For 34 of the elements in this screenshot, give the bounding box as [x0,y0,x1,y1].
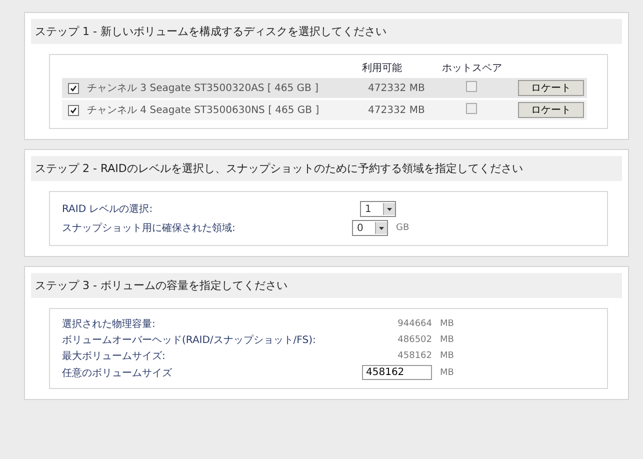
field-label: 任意のボリュームサイズ [62,366,173,380]
hot-spare-checkbox[interactable] [466,81,477,92]
step-title: ステップ 3 - ボリュームの容量を指定してください [31,273,622,298]
field-label: 最大ボリュームサイズ: [62,350,166,363]
field-label: 選択された物理容量: [62,318,156,331]
unit-label: MB [440,368,455,378]
capacity-value: 458162 [396,351,432,361]
step-title: ステップ 1 - 新しいボリュームを構成するディスクを選択してください [31,19,622,44]
unit-label: MB [440,351,455,361]
disk-label: チャンネル 4 Seagate ST3500630NS [ 465 GB ] [87,104,320,117]
field-label: スナップショット用に確保された領域: [62,222,236,235]
locate-button[interactable]: ロケート [518,80,584,96]
field-label: RAID レベルの選択: [62,203,154,216]
checkbox[interactable] [68,104,79,116]
capacity-value: 486502 [396,335,432,345]
capacity-value: 944664 [396,319,432,329]
available-size: 472332 MB [368,82,426,94]
volume-size-field[interactable]: 458162 [362,365,432,380]
locate-button[interactable]: ロケート [518,102,584,118]
dropdown[interactable]: 0 [352,220,388,236]
unit-label: GB [396,223,410,233]
unit-label: MB [440,319,455,329]
checkmark-icon [70,106,77,114]
field-label: ボリュームオーバーヘッド(RAID/スナップショット/FS): [62,334,317,347]
column-header: ホットスペア [442,62,503,75]
available-size: 472332 MB [368,104,426,116]
unit-label: MB [440,335,455,345]
step-title: ステップ 2 - RAIDのレベルを選択し、スナップショットのために予約する領域を指定してください [31,156,622,181]
dropdown[interactable]: 1 [360,201,396,217]
hot-spare-checkbox[interactable] [466,103,477,114]
column-header: 利用可能 [362,62,403,75]
disk-label: チャンネル 3 Seagate ST3500320AS [ 465 GB ] [87,82,318,95]
checkbox[interactable] [68,82,79,94]
checkmark-icon [70,84,77,92]
